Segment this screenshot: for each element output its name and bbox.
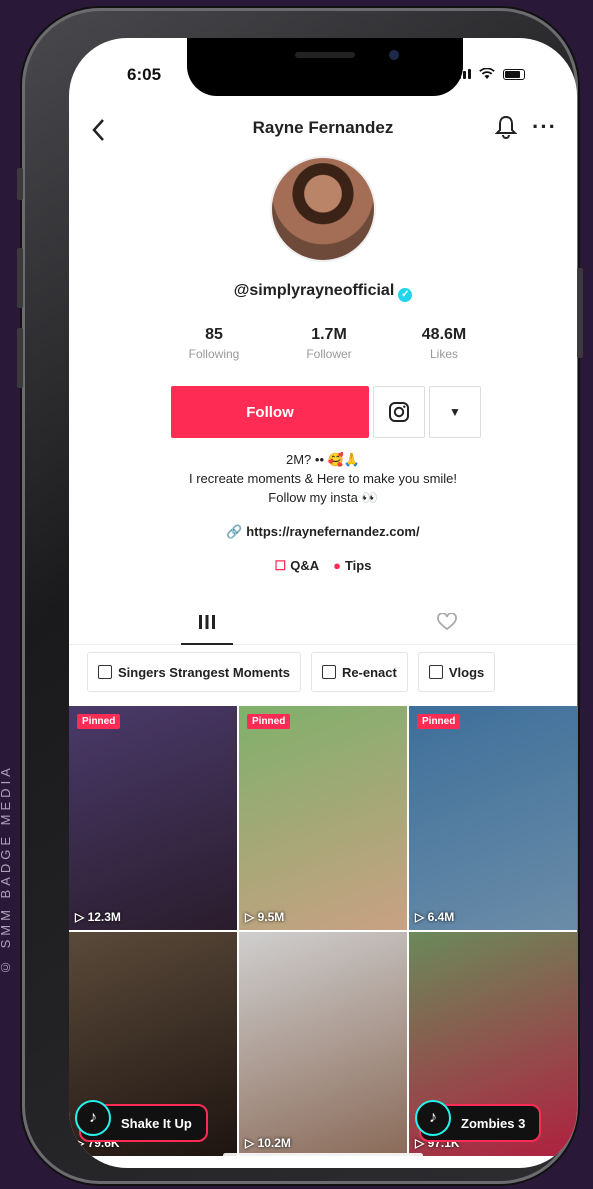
bell-icon[interactable]: [495, 114, 517, 140]
profile-link[interactable]: 🔗 https://raynefernandez.com/: [69, 524, 577, 540]
bio-line: Follow my insta 👀: [268, 490, 378, 505]
follow-button[interactable]: Follow: [171, 386, 369, 438]
tab-videos[interactable]: [177, 600, 237, 645]
bio-line: I recreate moments & Here to make you sm…: [188, 471, 458, 486]
stat-likes: 48.6M Likes: [394, 326, 494, 361]
qa-label: Q&A: [290, 558, 320, 573]
grid-icon: [199, 615, 215, 629]
playlist-chip[interactable]: Singers Strangest Moments: [87, 652, 301, 692]
series-badge: ♪ Zombies 3: [415, 1100, 542, 1142]
instagram-icon: [389, 402, 409, 422]
series-badge: ♪ Shake It Up: [75, 1100, 208, 1142]
battery-icon: [503, 68, 525, 80]
more-dropdown-button[interactable]: ▼: [429, 386, 481, 438]
liked-heart-icon: [437, 613, 457, 631]
tips-label: Tips: [344, 558, 372, 573]
tips-chip[interactable]: ● Tips: [333, 558, 371, 574]
tiktok-logo-icon: ♪: [75, 1100, 111, 1136]
link-text: https://raynefernandez.com/: [246, 524, 420, 539]
view-count: ▷ 6.4M: [415, 910, 455, 924]
series-badge-label: Shake It Up: [121, 1115, 192, 1131]
tab-liked[interactable]: [417, 600, 477, 644]
more-options-icon[interactable]: ···: [532, 114, 557, 140]
series-badge-label: Zombies 3: [461, 1115, 526, 1131]
profile-actions: Follow ▼: [171, 386, 481, 438]
phone-screen: 6:05 Rayne Fernandez ··· @simplyrayneoff…: [69, 38, 577, 1168]
profile-stats: 85 Following 1.7M Follower 48.6M Likes: [164, 326, 494, 361]
status-icons: [453, 68, 525, 80]
video-grid: Pinned ▷ 12.3M Pinned ▷ 9.5M Pinned ▷ 6.…: [69, 706, 577, 1156]
verified-badge-icon: ✓: [398, 288, 413, 302]
watermark-text: © SMM BADGE MEDIA: [0, 764, 13, 976]
video-thumbnail[interactable]: Pinned ▷ 6.4M: [409, 706, 577, 930]
content-tabs: [69, 600, 577, 645]
playlist-icon: [428, 665, 443, 679]
stat-label: Follower: [306, 347, 352, 361]
playlist-row: Singers Strangest Moments Re-enact Vlogs: [87, 652, 496, 692]
view-count: ▷ 10.2M: [245, 1136, 291, 1150]
wifi-icon: [479, 68, 495, 79]
stat-value: 85: [205, 326, 223, 343]
view-count: ▷ 9.5M: [245, 910, 285, 924]
qa-icon: ☐: [274, 558, 287, 573]
link-icon: 🔗: [226, 524, 247, 539]
speaker: [295, 52, 355, 58]
pinned-badge: Pinned: [417, 714, 461, 729]
top-nav: Rayne Fernandez ···: [69, 110, 577, 150]
volume-up-button: [17, 248, 23, 308]
pinned-badge: Pinned: [77, 714, 121, 729]
video-thumbnail[interactable]: Pinned ▷ 12.3M: [69, 706, 237, 930]
tiktok-logo-icon: ♪: [415, 1100, 451, 1136]
stat-label: Likes: [429, 347, 458, 361]
pinned-badge: Pinned: [247, 714, 291, 729]
playlist-icon: [321, 665, 336, 679]
notch: [187, 38, 463, 96]
caret-down-icon: ▼: [449, 405, 461, 419]
phone-frame: 6:05 Rayne Fernandez ··· @simplyrayneoff…: [17, 8, 583, 1184]
playlist-chip[interactable]: Vlogs: [417, 652, 496, 692]
stat-label: Following: [188, 347, 240, 361]
username-text: @simplyrayneofficial: [233, 282, 395, 299]
instagram-button[interactable]: [373, 386, 425, 438]
power-button: [577, 268, 583, 358]
username: @simplyrayneofficial ✓: [69, 282, 577, 302]
status-time: 6:05: [127, 65, 162, 84]
video-thumbnail[interactable]: Pinned ▷ 9.5M: [239, 706, 407, 930]
tips-icon: ●: [333, 558, 341, 573]
video-thumbnail[interactable]: ▷ 97.1K ♪ Zombies 3: [409, 932, 577, 1156]
mute-switch: [17, 168, 23, 200]
bio: 2M? •• 🥰🙏 I recreate moments & Here to m…: [69, 450, 577, 507]
playlist-label: Singers Strangest Moments: [118, 664, 290, 680]
volume-down-button: [17, 328, 23, 388]
avatar[interactable]: [270, 156, 376, 262]
view-count: ▷ 12.3M: [75, 910, 121, 924]
stat-followers[interactable]: 1.7M Follower: [279, 326, 379, 361]
stat-value: 48.6M: [421, 326, 467, 343]
bio-line: 2M? •• 🥰🙏: [286, 452, 360, 467]
playlist-label: Re-enact: [341, 664, 397, 680]
home-indicator[interactable]: [223, 1153, 423, 1158]
video-thumbnail[interactable]: ▷ 10.2M: [239, 932, 407, 1156]
playlist-label: Vlogs: [448, 664, 485, 680]
profile-chips: ☐ Q&A ● Tips: [69, 558, 577, 574]
playlist-chip[interactable]: Re-enact: [310, 652, 408, 692]
playlist-icon: [98, 665, 112, 679]
video-thumbnail[interactable]: ▷ 79.6K ♪ Shake It Up: [69, 932, 237, 1156]
front-camera: [389, 50, 399, 60]
stat-following[interactable]: 85 Following: [164, 326, 264, 361]
stat-value: 1.7M: [311, 326, 347, 343]
qa-chip[interactable]: ☐ Q&A: [275, 558, 320, 574]
